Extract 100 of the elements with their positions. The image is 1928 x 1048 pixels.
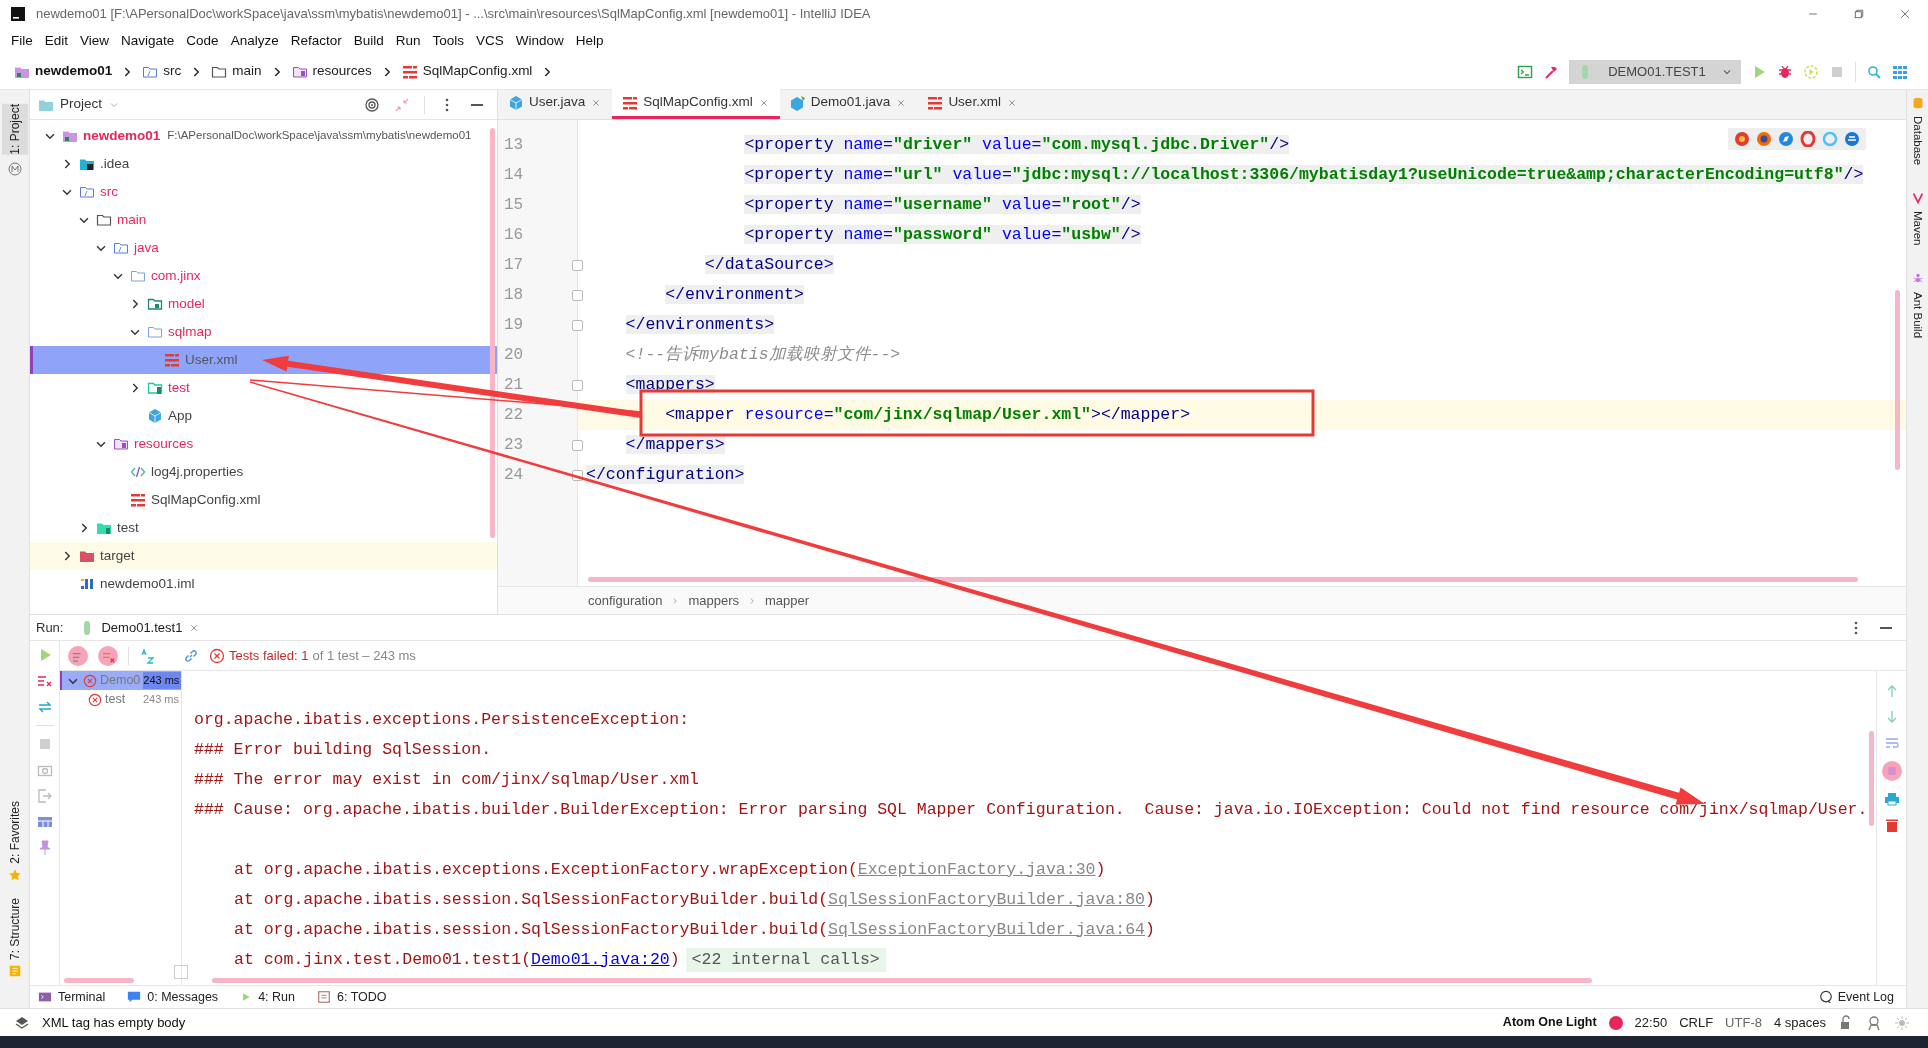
breadcrumb-item[interactable]: mapper xyxy=(765,590,810,611)
tree-item[interactable]: test xyxy=(30,374,497,402)
scrollbar[interactable] xyxy=(588,577,1858,583)
breadcrumb-item[interactable]: mappers xyxy=(688,590,740,611)
menu-item[interactable]: VCS xyxy=(471,30,509,52)
layout-icon[interactable] xyxy=(36,814,53,830)
tool-window-tab[interactable]: Database xyxy=(1908,116,1927,166)
tree-item[interactable]: com.jinx xyxy=(30,262,497,290)
trash-icon[interactable] xyxy=(1883,817,1900,833)
breadcrumb-item[interactable]: newdemo01 xyxy=(35,61,113,82)
scrollbar[interactable] xyxy=(490,128,495,538)
browser-icons-drawing[interactable] xyxy=(1728,128,1866,150)
source-link[interactable]: SqlSessionFactoryBuilder.java:80 xyxy=(828,889,1145,909)
tree-item[interactable]: SqlMapConfig.xml xyxy=(30,486,497,514)
editor-tab[interactable]: SqlMapConfig.xml xyxy=(612,89,780,119)
collapse-icon[interactable] xyxy=(394,96,410,113)
tree-item[interactable]: log4j.properties xyxy=(30,458,497,486)
breadcrumb-item[interactable]: src xyxy=(163,61,182,82)
fold-marker[interactable] xyxy=(572,289,583,301)
tool-window-tab[interactable]: 2: Favorites xyxy=(1,801,28,864)
fold-marker[interactable] xyxy=(572,259,583,271)
menu-item[interactable]: View xyxy=(75,30,115,52)
sun-icon[interactable] xyxy=(1894,1014,1910,1031)
toggle-icon[interactable] xyxy=(36,699,53,715)
menu-item[interactable]: Navigate xyxy=(116,30,180,52)
scroll-end-icon[interactable] xyxy=(1881,761,1902,781)
export-icon[interactable] xyxy=(36,788,53,804)
fold-marker[interactable] xyxy=(572,379,583,391)
fold-marker[interactable] xyxy=(572,319,583,331)
menu-item[interactable]: Code xyxy=(181,30,224,52)
scrollbar[interactable] xyxy=(64,978,134,983)
tree-item[interactable]: sqlmap xyxy=(30,318,497,346)
show-passed-icon[interactable] xyxy=(68,645,88,666)
grid-icon[interactable] xyxy=(1892,63,1908,80)
line-separator[interactable]: CRLF xyxy=(1679,1012,1714,1033)
menu-item[interactable]: Help xyxy=(570,30,609,52)
indent-setting[interactable]: 4 spaces xyxy=(1773,1012,1826,1033)
run-tab[interactable]: Demo01.test1 xyxy=(75,617,205,638)
breadcrumb-item[interactable]: resources xyxy=(312,61,372,82)
event-log-tab[interactable]: Event Log xyxy=(1818,987,1898,1007)
tool-window-tab[interactable]: Ant Build xyxy=(1908,291,1927,338)
tree-item[interactable]: resources xyxy=(30,430,497,458)
source-link[interactable]: ExceptionFactory.java:30 xyxy=(857,859,1096,879)
tool-window-tab[interactable]: Maven xyxy=(1908,211,1927,246)
tree-item[interactable]: newdemo01 F:\APersonalDoc\workSpace\java\ssm\mybatis\newdemo01 xyxy=(30,122,497,150)
failed-tests-icon[interactable] xyxy=(36,673,53,689)
breadcrumb-item[interactable]: SqlMapConfig.xml xyxy=(422,61,533,82)
menu-item[interactable]: File xyxy=(6,30,38,52)
bug-icon[interactable] xyxy=(1777,63,1793,80)
folded-calls[interactable]: <22 internal calls> xyxy=(685,947,886,973)
menu-item[interactable]: Analyze xyxy=(225,30,284,52)
search-icon[interactable] xyxy=(1866,63,1882,80)
show-ignored-icon[interactable] xyxy=(98,645,118,666)
menu-item[interactable]: Run xyxy=(390,30,426,52)
tree-item[interactable]: newdemo01.iml xyxy=(30,570,497,598)
run-config-dropdown[interactable]: DEMO01.TEST1 xyxy=(1569,59,1741,84)
fold-marker[interactable] xyxy=(572,439,583,451)
inspector-icon[interactable] xyxy=(1866,1014,1882,1031)
panel-title[interactable]: Project xyxy=(60,94,103,115)
caret-position[interactable]: 22:50 xyxy=(1634,1012,1668,1033)
tool-window-tab[interactable]: 7: Structure xyxy=(1,897,28,960)
sort-alpha-icon[interactable] xyxy=(139,647,155,664)
menu-item[interactable]: Build xyxy=(348,30,389,52)
file-encoding[interactable]: UTF-8 xyxy=(1725,1012,1762,1033)
tool-window-tab[interactable]: 0: Messages xyxy=(127,987,219,1007)
print-icon[interactable] xyxy=(1883,791,1900,807)
link-icon[interactable] xyxy=(183,647,199,664)
editor-tab[interactable]: Demo01.java xyxy=(779,89,918,119)
tree-item[interactable]: model xyxy=(30,290,497,318)
tree-item[interactable]: target xyxy=(30,542,497,570)
editor-tab[interactable]: User.xml xyxy=(917,89,1028,119)
menu-item[interactable]: Tools xyxy=(427,30,469,52)
scrollbar[interactable] xyxy=(1869,731,1874,826)
tool-window-tab[interactable]: 6: TODO xyxy=(316,987,387,1007)
locate-icon[interactable] xyxy=(364,96,380,113)
tree-item[interactable]: App xyxy=(30,402,497,430)
test-tree-item[interactable]: test 243 ms xyxy=(60,690,181,709)
source-link[interactable]: SqlSessionFactoryBuilder.java:64 xyxy=(828,919,1145,939)
theme-name[interactable]: Atom One Light xyxy=(1502,1013,1597,1032)
breadcrumb-item[interactable]: main xyxy=(232,61,262,82)
menu-item[interactable]: Refactor xyxy=(285,30,347,52)
breadcrumb-item[interactable]: configuration xyxy=(588,590,663,611)
scrollbar[interactable] xyxy=(212,978,1592,983)
tree-item[interactable]: java xyxy=(30,234,497,262)
tool-window-tab[interactable]: 1: Project xyxy=(1,104,28,155)
tree-item[interactable]: main xyxy=(30,206,497,234)
menu-item[interactable]: Edit xyxy=(39,30,74,52)
tool-window-tab[interactable]: 4: Run xyxy=(240,987,295,1007)
expand-icon[interactable] xyxy=(174,965,188,979)
source-link[interactable]: Demo01.java:20 xyxy=(531,949,670,969)
terminal-icon[interactable] xyxy=(1517,63,1533,80)
menu-item[interactable]: Window xyxy=(510,30,569,52)
test-tree-item[interactable]: Demo0 243 ms xyxy=(60,671,181,690)
tree-item[interactable]: test xyxy=(30,514,497,542)
tree-item[interactable]: src xyxy=(30,178,497,206)
editor-tab[interactable]: User.java xyxy=(498,89,613,119)
scrollbar[interactable] xyxy=(1895,290,1900,470)
tree-item[interactable]: .idea xyxy=(30,150,497,178)
wrap-icon[interactable] xyxy=(1883,735,1900,751)
tool-window-tab[interactable]: Terminal xyxy=(38,987,106,1007)
